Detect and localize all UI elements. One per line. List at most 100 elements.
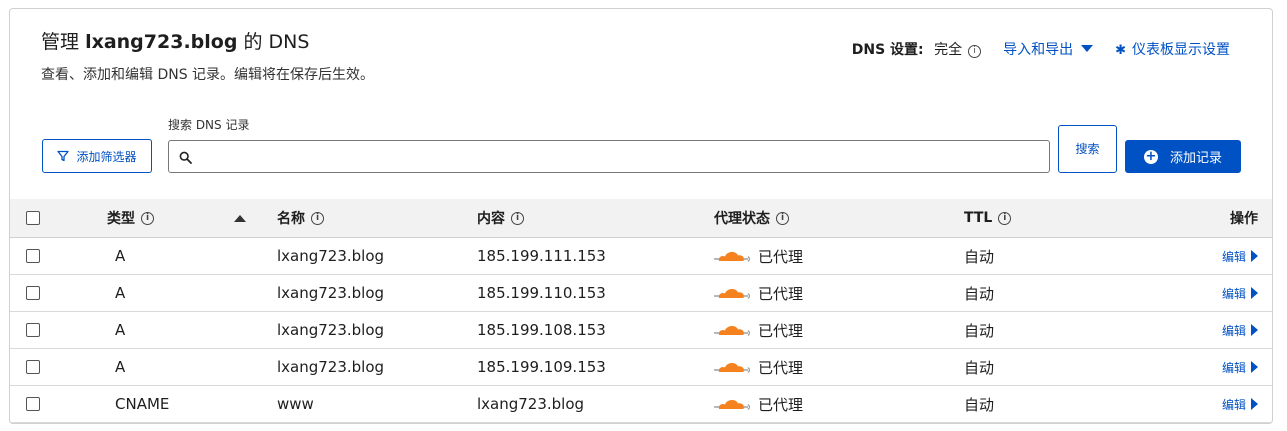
header-content[interactable]: 内容 i xyxy=(477,199,524,237)
edit-record-button[interactable]: 编辑 xyxy=(1222,275,1258,311)
info-icon: i xyxy=(998,211,1012,225)
record-ttl: 自动 xyxy=(964,284,995,303)
record-content: 185.199.111.153 xyxy=(477,247,606,265)
header-name[interactable]: 名称 i xyxy=(277,199,324,237)
record-content: 185.199.109.153 xyxy=(477,358,606,376)
row-checkbox-cell xyxy=(26,238,40,274)
add-filter-button[interactable]: 添加筛选器 xyxy=(42,139,152,173)
record-content: 185.199.108.153 xyxy=(477,321,606,339)
info-icon: i xyxy=(311,211,324,225)
search-icon xyxy=(179,151,192,164)
add-record-label: 添加记录 xyxy=(1169,151,1222,166)
record-content: lxang723.blog xyxy=(477,395,585,413)
edit-label: 编辑 xyxy=(1221,249,1246,264)
edit-label: 编辑 xyxy=(1221,397,1246,412)
dns-setting-value: 完全 xyxy=(934,42,963,58)
search-input[interactable] xyxy=(199,145,1039,169)
record-ttl: 自动 xyxy=(964,395,995,414)
chevron-right-icon xyxy=(1251,250,1258,262)
select-all-checkbox[interactable] xyxy=(26,211,40,225)
cloud-proxied-icon xyxy=(714,326,750,336)
dns-management-card: 管理 lxang723.blog 的 DNS 查看、添加和编辑 DNS 记录。编… xyxy=(9,8,1273,424)
record-name: lxang723.blog xyxy=(277,321,385,339)
chevron-right-icon xyxy=(1251,361,1258,373)
info-icon[interactable]: i xyxy=(968,45,982,58)
edit-label: 编辑 xyxy=(1221,286,1246,301)
proxy-status: 已代理 xyxy=(714,312,803,348)
header-ttl[interactable]: TTL i xyxy=(964,199,1012,237)
row-checkbox-cell xyxy=(26,386,40,422)
dns-records-table: 类型 i 名称 i 内容 i 代理状态 i TTL i 操作 A lxang723.blo… xyxy=(10,199,1272,423)
dns-setting-label: DNS 设置: xyxy=(851,42,924,58)
record-ttl: 自动 xyxy=(964,358,995,377)
edit-record-button[interactable]: 编辑 xyxy=(1222,349,1258,385)
cloud-proxied-icon xyxy=(714,252,750,262)
record-content: 185.199.110.153 xyxy=(477,284,606,302)
search-button[interactable]: 搜索 xyxy=(1058,125,1117,173)
add-filter-label: 添加筛选器 xyxy=(76,149,137,164)
search-field[interactable] xyxy=(168,140,1050,173)
add-record-button[interactable]: + 添加记录 xyxy=(1125,140,1241,173)
header-proxy-label: 代理状态 xyxy=(714,211,770,227)
table-row[interactable]: A lxang723.blog 185.199.111.153 已代理 自动 编… xyxy=(10,238,1272,275)
proxy-status: 已代理 xyxy=(714,386,803,422)
edit-record-button[interactable]: 编辑 xyxy=(1222,238,1258,274)
search-label: 搜索 DNS 记录 xyxy=(168,118,250,132)
gear-icon: ✱ xyxy=(1115,43,1126,58)
row-checkbox-cell xyxy=(26,275,40,311)
proxy-status-label: 已代理 xyxy=(758,284,804,303)
record-name: www xyxy=(277,395,314,413)
table-header: 类型 i 名称 i 内容 i 代理状态 i TTL i 操作 xyxy=(10,199,1272,238)
row-checkbox[interactable] xyxy=(26,323,40,337)
cloud-proxied-icon xyxy=(714,400,750,410)
record-name: lxang723.blog xyxy=(277,247,385,265)
edit-record-button[interactable]: 编辑 xyxy=(1222,386,1258,422)
table-row[interactable]: A lxang723.blog 185.199.110.153 已代理 自动 编… xyxy=(10,275,1272,312)
header-content-label: 内容 xyxy=(477,211,505,227)
dashboard-settings-label: 仪表板显示设置 xyxy=(1132,42,1230,58)
page-title: 管理 lxang723.blog 的 DNS xyxy=(41,27,309,54)
row-checkbox[interactable] xyxy=(26,249,40,263)
edit-record-button[interactable]: 编辑 xyxy=(1222,312,1258,348)
info-icon: i xyxy=(141,211,154,225)
record-type: CNAME xyxy=(115,395,170,413)
chevron-right-icon xyxy=(1251,287,1258,299)
record-type: A xyxy=(115,284,126,302)
sort-toggle[interactable] xyxy=(234,199,246,237)
header-actions: 操作 xyxy=(1230,199,1258,237)
table-row[interactable]: A lxang723.blog 185.199.109.153 已代理 自动 编… xyxy=(10,349,1272,386)
proxy-status: 已代理 xyxy=(714,275,803,311)
header-type-label: 类型 xyxy=(107,211,135,227)
record-ttl: 自动 xyxy=(964,321,995,340)
chevron-right-icon xyxy=(1251,324,1258,336)
record-name: lxang723.blog xyxy=(277,284,385,302)
import-export-menu[interactable]: 导入和导出 xyxy=(1003,39,1094,59)
import-export-label: 导入和导出 xyxy=(1003,42,1074,58)
proxy-status-label: 已代理 xyxy=(758,321,804,340)
row-checkbox[interactable] xyxy=(26,397,40,411)
header-name-label: 名称 xyxy=(277,211,305,227)
proxy-status-label: 已代理 xyxy=(758,358,804,377)
edit-label: 编辑 xyxy=(1221,323,1246,338)
proxy-status: 已代理 xyxy=(714,238,803,274)
info-icon: i xyxy=(776,211,789,225)
title-domain: lxang723.blog xyxy=(85,31,238,53)
chevron-right-icon xyxy=(1251,398,1258,410)
row-checkbox[interactable] xyxy=(26,286,40,300)
row-checkbox[interactable] xyxy=(26,360,40,374)
row-checkbox-cell xyxy=(26,312,40,348)
proxy-status-label: 已代理 xyxy=(758,247,804,266)
table-row[interactable]: A lxang723.blog 185.199.108.153 已代理 自动 编… xyxy=(10,312,1272,349)
title-suffix: 的 DNS xyxy=(243,31,310,53)
dashboard-settings-link[interactable]: ✱ 仪表板显示设置 xyxy=(1115,39,1230,59)
table-row[interactable]: CNAME www lxang723.blog 已代理 自动 编辑 xyxy=(10,386,1272,423)
record-type: A xyxy=(115,247,126,265)
header-proxy[interactable]: 代理状态 i xyxy=(714,199,789,237)
header-actions-label: 操作 xyxy=(1230,211,1258,227)
title-prefix: 管理 xyxy=(41,31,80,53)
cloud-proxied-icon xyxy=(714,363,750,373)
sort-up-icon xyxy=(234,214,246,222)
header-actions: DNS 设置: 完全 i 导入和导出 ✱ 仪表板显示设置 xyxy=(852,39,1230,59)
header-type[interactable]: 类型 i xyxy=(107,199,154,237)
record-type: A xyxy=(115,358,126,376)
